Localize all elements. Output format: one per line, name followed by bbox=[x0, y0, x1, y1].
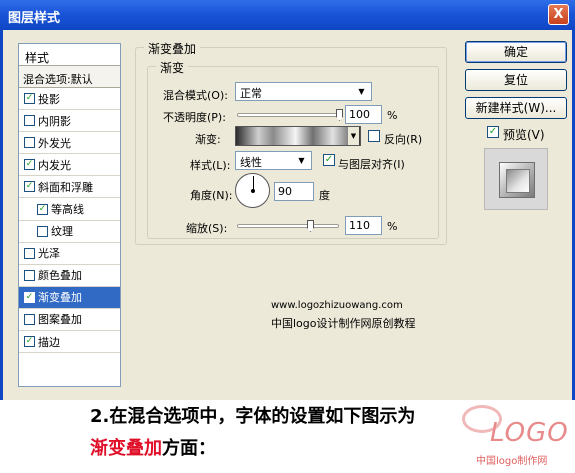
style-list-header[interactable]: 样式 bbox=[19, 44, 120, 66]
opacity-label: 不透明度(P): bbox=[163, 111, 226, 124]
style-list-item[interactable]: ✓ 渐变叠加 bbox=[19, 286, 120, 309]
align-with-layer-checkbox[interactable]: ✓ bbox=[323, 154, 335, 166]
style-item-checkbox[interactable] bbox=[24, 137, 35, 149]
check-icon: ✓ bbox=[25, 93, 34, 104]
blend-options-item[interactable]: 混合选项:默认 bbox=[19, 66, 120, 88]
watermark-url: www.logozhizuowang.com bbox=[271, 300, 403, 311]
style-item-checkbox[interactable] bbox=[24, 115, 35, 127]
style-list: 样式 混合选项:默认 ✓ 投影内阴影外发光 ✓ 内发光 ✓ 斜面和浮雕 ✓ 等高线纹理光泽颜色… bbox=[18, 43, 121, 387]
style-item-label: 渐变叠加 bbox=[38, 291, 82, 305]
blend-mode-select[interactable]: 正常 ▼ bbox=[235, 82, 372, 101]
style-item-label: 颜色叠加 bbox=[38, 269, 82, 283]
style-list-item[interactable]: 纹理 bbox=[19, 221, 120, 243]
style-item-label: 纹理 bbox=[51, 225, 73, 239]
gradient-swatch[interactable] bbox=[235, 126, 361, 146]
check-icon: ✓ bbox=[25, 291, 34, 302]
scale-input[interactable]: 110 bbox=[345, 216, 382, 235]
style-item-checkbox[interactable]: ✓ bbox=[24, 291, 35, 303]
check-icon: ✓ bbox=[25, 336, 34, 347]
scale-label: 缩放(S): bbox=[186, 222, 228, 235]
style-item-checkbox[interactable] bbox=[24, 247, 35, 259]
opacity-slider-track[interactable] bbox=[237, 109, 343, 121]
gradient-label: 渐变: bbox=[195, 133, 221, 146]
logo-text: LOGO bbox=[490, 418, 569, 448]
check-icon: ✓ bbox=[25, 159, 34, 170]
blend-mode-value: 正常 bbox=[240, 87, 262, 100]
style-item-checkbox[interactable] bbox=[24, 313, 35, 325]
style-list-item[interactable]: ✓ 等高线 bbox=[19, 198, 120, 221]
logo-subtitle: 中国logo制作网 bbox=[476, 456, 548, 467]
preview-thumbnail bbox=[499, 162, 535, 198]
style-item-checkbox[interactable]: ✓ bbox=[24, 181, 35, 193]
style-item-checkbox[interactable]: ✓ bbox=[24, 93, 35, 105]
chevron-down-icon: ▼ bbox=[298, 156, 305, 165]
reset-button[interactable]: 复位 bbox=[465, 69, 567, 91]
style-item-label: 投影 bbox=[38, 92, 60, 106]
style-item-label: 斜面和浮雕 bbox=[38, 180, 93, 194]
chevron-down-icon: ▼ bbox=[358, 87, 365, 96]
style-item-label: 外发光 bbox=[38, 136, 71, 150]
close-icon[interactable]: X bbox=[548, 4, 569, 25]
style-list-item[interactable]: 图案叠加 bbox=[19, 309, 120, 332]
reverse-label: 反向(R) bbox=[384, 133, 423, 146]
style-list-item[interactable]: ✓ 斜面和浮雕 bbox=[19, 176, 120, 199]
angle-unit: 度 bbox=[319, 189, 330, 202]
style-item-label: 光泽 bbox=[38, 247, 60, 261]
gradient-style-value: 线性 bbox=[240, 156, 262, 169]
window-title: 图层样式 bbox=[8, 11, 61, 26]
caption-rest: 方面： bbox=[162, 438, 216, 459]
style-item-label: 图案叠加 bbox=[38, 313, 82, 327]
style-list-item[interactable]: ✓ 描边 bbox=[19, 331, 120, 354]
style-item-label: 内发光 bbox=[38, 158, 71, 172]
style-list-item[interactable]: ✓ 内发光 bbox=[19, 154, 120, 177]
caption-line-1: 2.在混合选项中，字体的设置如下图示为 bbox=[90, 406, 416, 427]
style-item-checkbox[interactable]: ✓ bbox=[24, 336, 35, 348]
scale-slider-track[interactable] bbox=[237, 220, 339, 232]
check-icon: ✓ bbox=[488, 126, 498, 137]
new-style-button[interactable]: 新建样式(W)... bbox=[465, 97, 567, 119]
opacity-unit: % bbox=[387, 109, 398, 122]
style-list-item[interactable]: 内阴影 bbox=[19, 110, 120, 133]
gradient-picker-arrow[interactable]: ▼ bbox=[347, 127, 359, 145]
reverse-checkbox[interactable] bbox=[368, 130, 380, 142]
angle-dial[interactable] bbox=[235, 173, 270, 208]
title-bar: 图层样式 X bbox=[0, 0, 575, 30]
scale-unit: % bbox=[387, 220, 398, 233]
style-list-item[interactable]: 颜色叠加 bbox=[19, 265, 120, 287]
style-item-label: 等高线 bbox=[51, 203, 84, 217]
gradient-overlay-title: 渐变叠加 bbox=[144, 40, 201, 57]
angle-label: 角度(N): bbox=[190, 189, 233, 202]
layer-style-dialog: 样式 混合选项:默认 ✓ 投影内阴影外发光 ✓ 内发光 ✓ 斜面和浮雕 ✓ 等高线纹理光泽颜色… bbox=[0, 30, 575, 400]
style-list-item[interactable]: 光泽 bbox=[19, 243, 120, 265]
style-item-checkbox[interactable]: ✓ bbox=[37, 203, 48, 215]
caption-highlight: 渐变叠加 bbox=[90, 438, 162, 459]
preview-checkbox[interactable]: ✓ bbox=[487, 126, 499, 138]
check-icon: ✓ bbox=[25, 181, 34, 192]
style-item-checkbox[interactable] bbox=[37, 225, 48, 237]
check-icon: ✓ bbox=[324, 154, 334, 165]
angle-input[interactable]: 90 bbox=[274, 182, 314, 201]
style-preview bbox=[484, 148, 548, 210]
align-with-layer-label: 与图层对齐(I) bbox=[338, 158, 405, 171]
blend-mode-label: 混合模式(O): bbox=[163, 89, 228, 102]
ok-button[interactable]: 确定 bbox=[465, 41, 567, 63]
gradient-style-select[interactable]: 线性 ▼ bbox=[235, 151, 312, 170]
caption-line-2: 渐变叠加方面： bbox=[90, 434, 216, 460]
preview-label: 预览(V) bbox=[503, 128, 545, 142]
style-list-item[interactable]: ✓ 投影 bbox=[19, 88, 120, 111]
gradient-title: 渐变 bbox=[156, 59, 189, 76]
opacity-input[interactable]: 100 bbox=[345, 105, 382, 124]
check-icon: ✓ bbox=[38, 203, 47, 214]
style-item-checkbox[interactable]: ✓ bbox=[24, 159, 35, 171]
style-label: 样式(L): bbox=[190, 159, 231, 172]
style-item-label: 描边 bbox=[38, 335, 60, 349]
style-item-checkbox[interactable] bbox=[24, 269, 35, 281]
style-item-label: 内阴影 bbox=[38, 114, 71, 128]
style-list-item[interactable]: 外发光 bbox=[19, 132, 120, 155]
watermark-text: 中国logo设计制作网原创教程 bbox=[271, 317, 416, 330]
